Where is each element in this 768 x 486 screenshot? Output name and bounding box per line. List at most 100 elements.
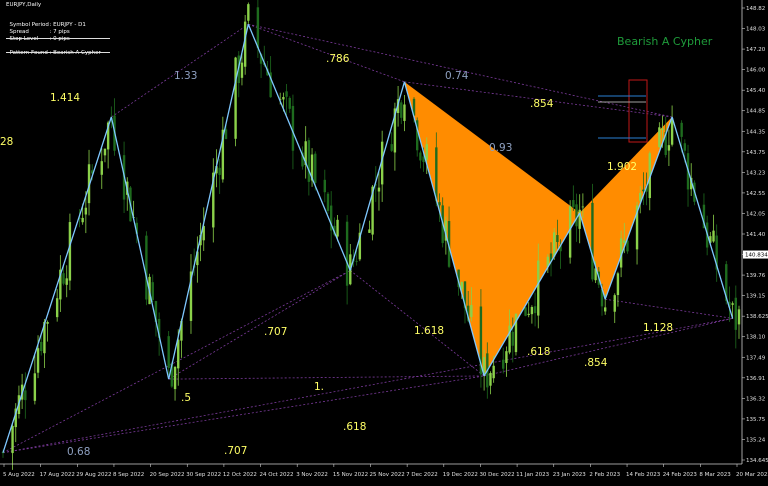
info-pattern-value: : Bearish A Cypher [49, 50, 101, 56]
fib-ratio-label: 1.618 [414, 325, 444, 337]
fib-ratio-label: 1.128 [643, 322, 673, 334]
candle-body [84, 207, 88, 215]
candle-body [62, 273, 65, 284]
date-tick-label: 12 Oct 2022 [223, 472, 257, 478]
fib-ratio-label: 0.74 [445, 70, 469, 82]
candle-body [46, 322, 49, 324]
candle-body [712, 230, 715, 242]
candle-body [390, 144, 393, 151]
price-tick-label: 144.85 [746, 109, 766, 115]
candle-body [438, 202, 441, 206]
candle-body [670, 118, 674, 145]
date-tick-label: 19 Dec 2022 [443, 472, 478, 478]
candle-body [55, 298, 59, 318]
price-tick-label: 137.49 [746, 355, 766, 361]
info-stop-value: : 0 pips [49, 36, 70, 42]
candle-body [81, 217, 84, 223]
symbol-title: EURJPY,Daily [6, 2, 42, 8]
fib-ratio-label: 0.68 [67, 446, 90, 458]
price-tick-label: 139.15 [746, 294, 766, 300]
date-tick-label: 30 Sep 2022 [186, 472, 221, 478]
current-price-label: 140.834 [745, 253, 768, 259]
fib-ratio-label: .786 [326, 53, 350, 65]
candle-body [581, 206, 585, 208]
candle-body [731, 303, 734, 305]
price-tick-label: 135.24 [746, 437, 766, 443]
candle-body [177, 339, 180, 369]
price-tick-label: 143.75 [746, 150, 766, 156]
price-tick-label: 138.625 [746, 314, 768, 320]
candle-body [151, 282, 154, 300]
price-tick-label: 146.00 [746, 68, 766, 74]
fib-ratio-label: 1.414 [50, 92, 80, 104]
date-tick-label: 20 Mar 2023 [736, 472, 768, 478]
candle-body [40, 341, 43, 352]
price-tick-label: 142.55 [746, 191, 766, 197]
candle-body [240, 62, 244, 78]
candle-body [224, 129, 228, 139]
candle-body [591, 202, 594, 280]
fib-ratio-label: 28 [0, 136, 13, 148]
date-tick-label: 23 Jan 2023 [553, 472, 586, 478]
fib-ratio-label: 1. [314, 381, 324, 393]
date-tick-label: 2 Feb 2023 [589, 472, 620, 478]
candle-body [33, 373, 37, 401]
price-tick-label: 138.10 [746, 335, 766, 341]
date-tick-label: 11 Jan 2023 [516, 472, 549, 478]
candle-body [218, 167, 221, 175]
candle-body [145, 235, 148, 300]
fib-ratio-label: .618 [343, 421, 366, 433]
price-tick-label: 134.645 [746, 458, 768, 464]
candle-body [68, 222, 72, 281]
candle-body [377, 187, 381, 192]
chart-area[interactable]: 1.414 1.33 .786 0.74 .854 0.93 1.902 1.618 .618.… [0, 0, 768, 482]
candle-body [683, 143, 687, 151]
price-tick-label: 136.91 [746, 376, 765, 382]
price-tick-label: 143.23 [746, 170, 766, 176]
candle-body [603, 307, 607, 312]
price-tick-label: 145.40 [746, 88, 766, 94]
price-tick-label: 147.20 [746, 47, 766, 53]
candle-body [639, 192, 642, 201]
candle-body [572, 199, 575, 207]
date-tick-label: 15 Nov 2022 [333, 472, 368, 478]
fib-ratio-label: .707 [224, 445, 247, 457]
candle-body [100, 161, 103, 175]
candle-body [307, 140, 311, 182]
candle-body [667, 145, 671, 151]
fib-ratio-label: .854 [584, 357, 608, 369]
candle-body [556, 235, 559, 243]
price-tick-label: 136.32 [746, 396, 765, 402]
price-chart[interactable]: 1.414 1.33 .786 0.74 .854 0.93 1.902 1.618 .618.… [0, 0, 768, 482]
candle-body [314, 153, 317, 183]
candle-body [575, 204, 578, 227]
candle-body [511, 331, 514, 346]
candle-body [234, 57, 237, 139]
candle-body [355, 260, 358, 262]
candle-body [167, 336, 170, 369]
candle-body [403, 104, 406, 121]
candle-body [36, 348, 40, 373]
fib-ratio-label: .854 [530, 98, 554, 110]
candle-body [658, 127, 661, 148]
candle-body [256, 7, 260, 49]
candle-body [435, 147, 438, 202]
fib-ratio-label: .707 [264, 326, 287, 338]
price-tick-label: 141.40 [746, 232, 766, 238]
candle-body [527, 313, 530, 315]
candle-body [502, 359, 505, 369]
price-tick-label: 135.75 [746, 417, 766, 423]
date-tick-label: 17 Aug 2022 [40, 472, 75, 478]
candle-body [737, 309, 741, 325]
candle-body [661, 128, 664, 131]
candle-body [247, 4, 250, 21]
date-tick-label: 29 Aug 2022 [76, 472, 111, 478]
candle-body [524, 307, 527, 316]
candle-body [323, 179, 327, 193]
candle-body [282, 97, 285, 100]
candle-body [103, 148, 107, 156]
candle-body [285, 91, 288, 97]
info-divider-bottom [6, 52, 110, 53]
candle-body [623, 240, 626, 243]
date-tick-label: 5 Aug 2022 [3, 472, 35, 478]
